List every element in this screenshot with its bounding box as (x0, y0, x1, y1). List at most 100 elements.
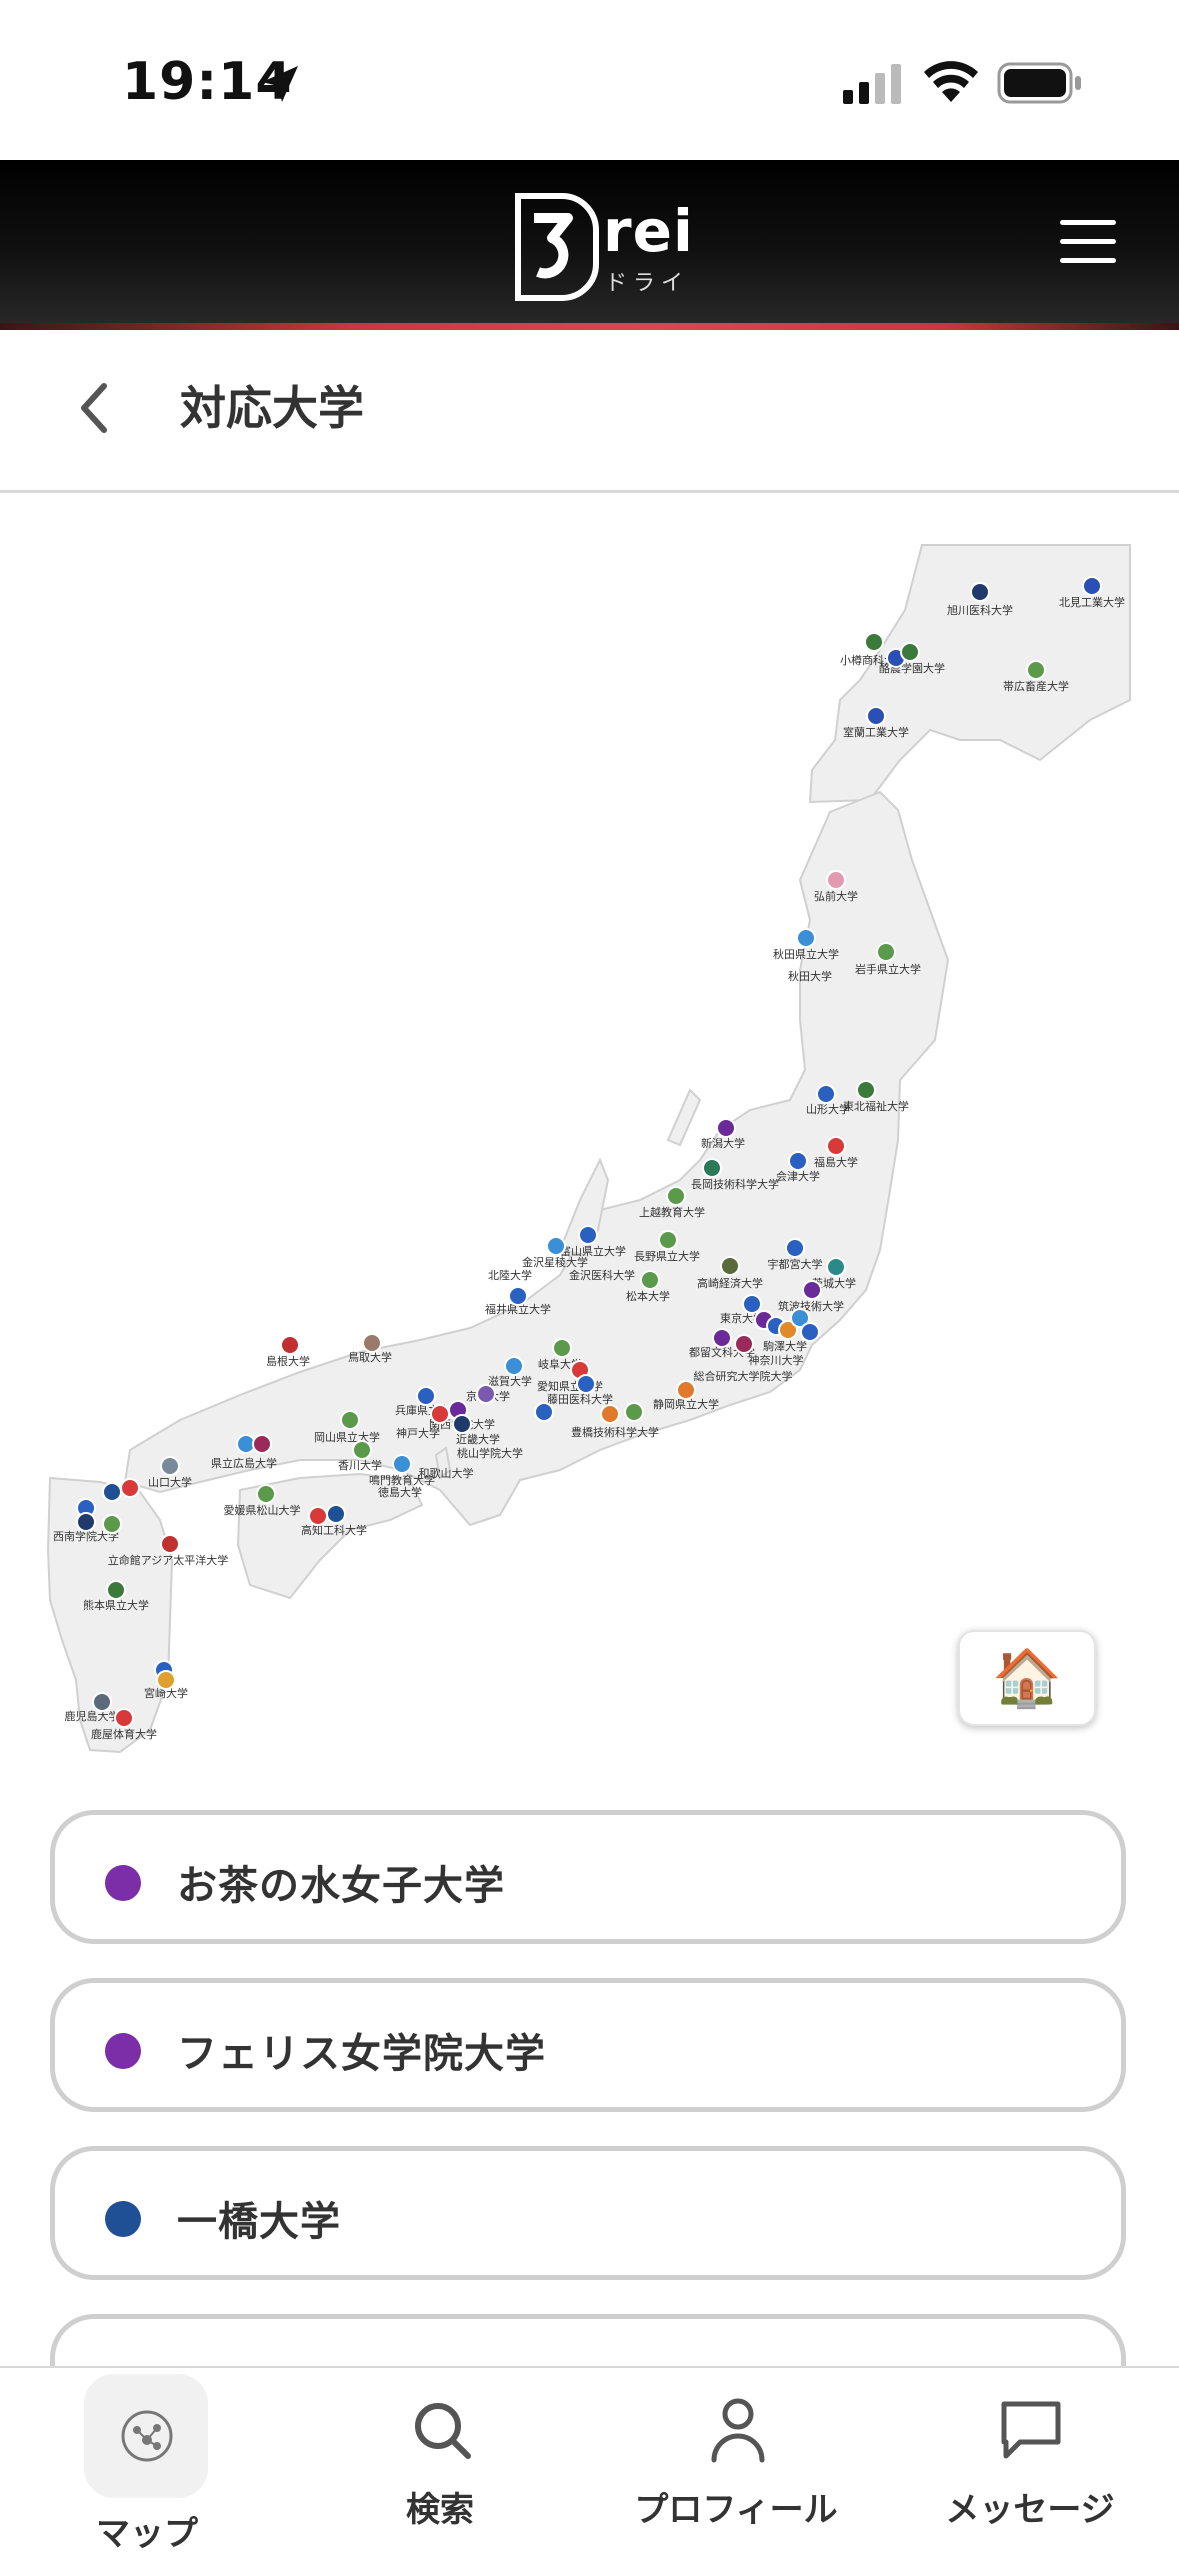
nav-tab-messages[interactable]: メッセージ (930, 2366, 1130, 2556)
university-map-marker[interactable] (326, 1504, 346, 1524)
university-map-marker[interactable] (160, 1534, 180, 1554)
university-map-marker[interactable] (826, 1136, 846, 1156)
university-map-marker[interactable] (1082, 576, 1102, 596)
search-icon (415, 2403, 471, 2459)
university-map-marker[interactable] (546, 1236, 566, 1256)
university-map-marker[interactable] (720, 1256, 740, 1276)
university-name: 一橋大学 (177, 2199, 341, 2245)
map-label: 近畿大学 (456, 1432, 500, 1446)
university-map-marker[interactable] (856, 1080, 876, 1100)
map-label: 香川大学 (338, 1458, 382, 1472)
university-map-marker[interactable] (576, 1374, 596, 1394)
map-label: 駒澤大学 (763, 1339, 807, 1353)
nav-label: マップ (96, 2514, 198, 2554)
map-label: 秋田県立大学 (773, 947, 839, 961)
university-map-marker[interactable] (76, 1512, 96, 1532)
university-map-marker[interactable] (392, 1454, 412, 1474)
map-label: 筑波技術大学 (778, 1299, 844, 1313)
university-map-marker[interactable] (340, 1410, 360, 1430)
university-map-marker[interactable] (970, 582, 990, 602)
university-map-marker[interactable] (676, 1380, 696, 1400)
university-map-marker[interactable] (1026, 660, 1046, 680)
map-label: 会津大学 (776, 1169, 820, 1183)
map-label: 高知工科大学 (301, 1523, 367, 1537)
home-reset-button[interactable]: 🏠 (958, 1630, 1096, 1726)
university-map-marker[interactable] (120, 1478, 140, 1498)
map-label: 和歌山大学 (419, 1466, 474, 1480)
map-label: 立命館アジア太平洋大学 (108, 1553, 229, 1567)
university-map-marker[interactable] (624, 1402, 644, 1422)
map-label: 長岡技術科学大学 (691, 1177, 779, 1191)
map-label: 弘前大学 (814, 889, 858, 903)
university-map-marker[interactable] (900, 642, 920, 662)
university-map-marker[interactable] (742, 1294, 762, 1314)
university-map-marker[interactable] (102, 1514, 122, 1534)
university-map-marker[interactable] (114, 1708, 134, 1728)
university-map-marker[interactable] (106, 1580, 126, 1600)
university-map-marker[interactable] (156, 1670, 176, 1690)
university-map-marker[interactable] (476, 1384, 496, 1404)
university-map-marker[interactable] (816, 1084, 836, 1104)
university-map-marker[interactable] (800, 1322, 820, 1342)
university-map-marker[interactable] (666, 1186, 686, 1206)
map-label: 藤田医科大学 (547, 1392, 613, 1406)
nav-label: 検索 (406, 2490, 474, 2530)
university-map-marker[interactable] (734, 1334, 754, 1354)
university-map-marker[interactable] (578, 1225, 598, 1245)
page-title-bar (0, 330, 1179, 493)
nav-label: メッセージ (945, 2490, 1115, 2530)
map-label: 島根大学 (266, 1354, 310, 1368)
university-map-marker[interactable] (716, 1118, 736, 1138)
university-map-marker[interactable] (876, 942, 896, 962)
university-map-marker[interactable] (280, 1335, 300, 1355)
house-icon: 🏠 (992, 1646, 1062, 1711)
university-list-item[interactable]: 一橋大学 (50, 2146, 1126, 2280)
university-map-marker[interactable] (796, 928, 816, 948)
map-label: 鹿屋体育大学 (91, 1727, 157, 1741)
university-map-marker[interactable] (802, 1280, 822, 1300)
japan-map[interactable]: 旭川医科大学 北見工業大学 小樽商科大学 酪農学園大学 帯広畜産大学 室蘭工業大学 弘前大学… (0, 530, 1179, 1760)
university-map-marker[interactable] (92, 1692, 112, 1712)
university-map-marker[interactable] (452, 1414, 472, 1434)
university-map-marker[interactable] (160, 1456, 180, 1476)
university-map-marker[interactable] (352, 1440, 372, 1460)
university-map-marker[interactable] (252, 1434, 272, 1454)
university-map-marker[interactable] (600, 1404, 620, 1424)
map-label: 鹿児島大学 (65, 1709, 120, 1723)
university-map-marker[interactable] (416, 1386, 436, 1406)
university-map-marker[interactable] (504, 1356, 524, 1376)
nav-tab-map[interactable]: マップ (60, 2366, 234, 2556)
university-map-marker[interactable] (826, 1257, 846, 1277)
map-label: 豊橋技術科学大学 (571, 1425, 659, 1439)
university-map-marker[interactable] (362, 1333, 382, 1353)
map-label: 上越教育大学 (639, 1205, 705, 1219)
university-map-marker[interactable] (640, 1270, 660, 1290)
nav-tab-profile[interactable]: プロフィール (620, 2366, 852, 2556)
university-map-marker[interactable] (430, 1404, 450, 1424)
university-map-marker[interactable] (864, 632, 884, 652)
hamburger-menu-icon[interactable] (1060, 220, 1116, 268)
university-map-marker[interactable] (785, 1238, 805, 1258)
university-map-marker[interactable] (826, 870, 846, 890)
map-label: 金沢医科大学 (569, 1268, 635, 1282)
university-map-marker[interactable] (552, 1338, 572, 1358)
university-map-marker[interactable] (658, 1230, 678, 1250)
university-map-marker[interactable] (712, 1328, 732, 1348)
university-map-marker[interactable] (256, 1484, 276, 1504)
drei-logo-icon (515, 193, 599, 301)
university-list-item[interactable]: お茶の水女子大学 (50, 1810, 1126, 1944)
back-chevron-icon[interactable] (70, 378, 120, 438)
university-map-marker[interactable] (308, 1506, 328, 1526)
japan-map-svg[interactable]: 旭川医科大学北見工業大学小樽商科大学酪農学園大学帯広畜産大学室蘭工業大学弘前大学… (0, 530, 1179, 1760)
university-map-marker[interactable] (788, 1151, 808, 1171)
university-map-marker[interactable] (702, 1158, 722, 1178)
university-list-item[interactable]: フェリス女学院大学 (50, 1978, 1126, 2112)
map-label: 県立広島大学 (211, 1456, 277, 1470)
university-map-marker[interactable] (508, 1286, 528, 1306)
map-label: 北陸大学 (488, 1268, 532, 1282)
map-label: 岩手県立大学 (855, 962, 921, 976)
university-map-marker[interactable] (102, 1482, 122, 1502)
university-map-marker[interactable] (866, 706, 886, 726)
university-map-marker[interactable] (534, 1402, 554, 1422)
nav-tab-search[interactable]: 検索 (340, 2366, 540, 2556)
